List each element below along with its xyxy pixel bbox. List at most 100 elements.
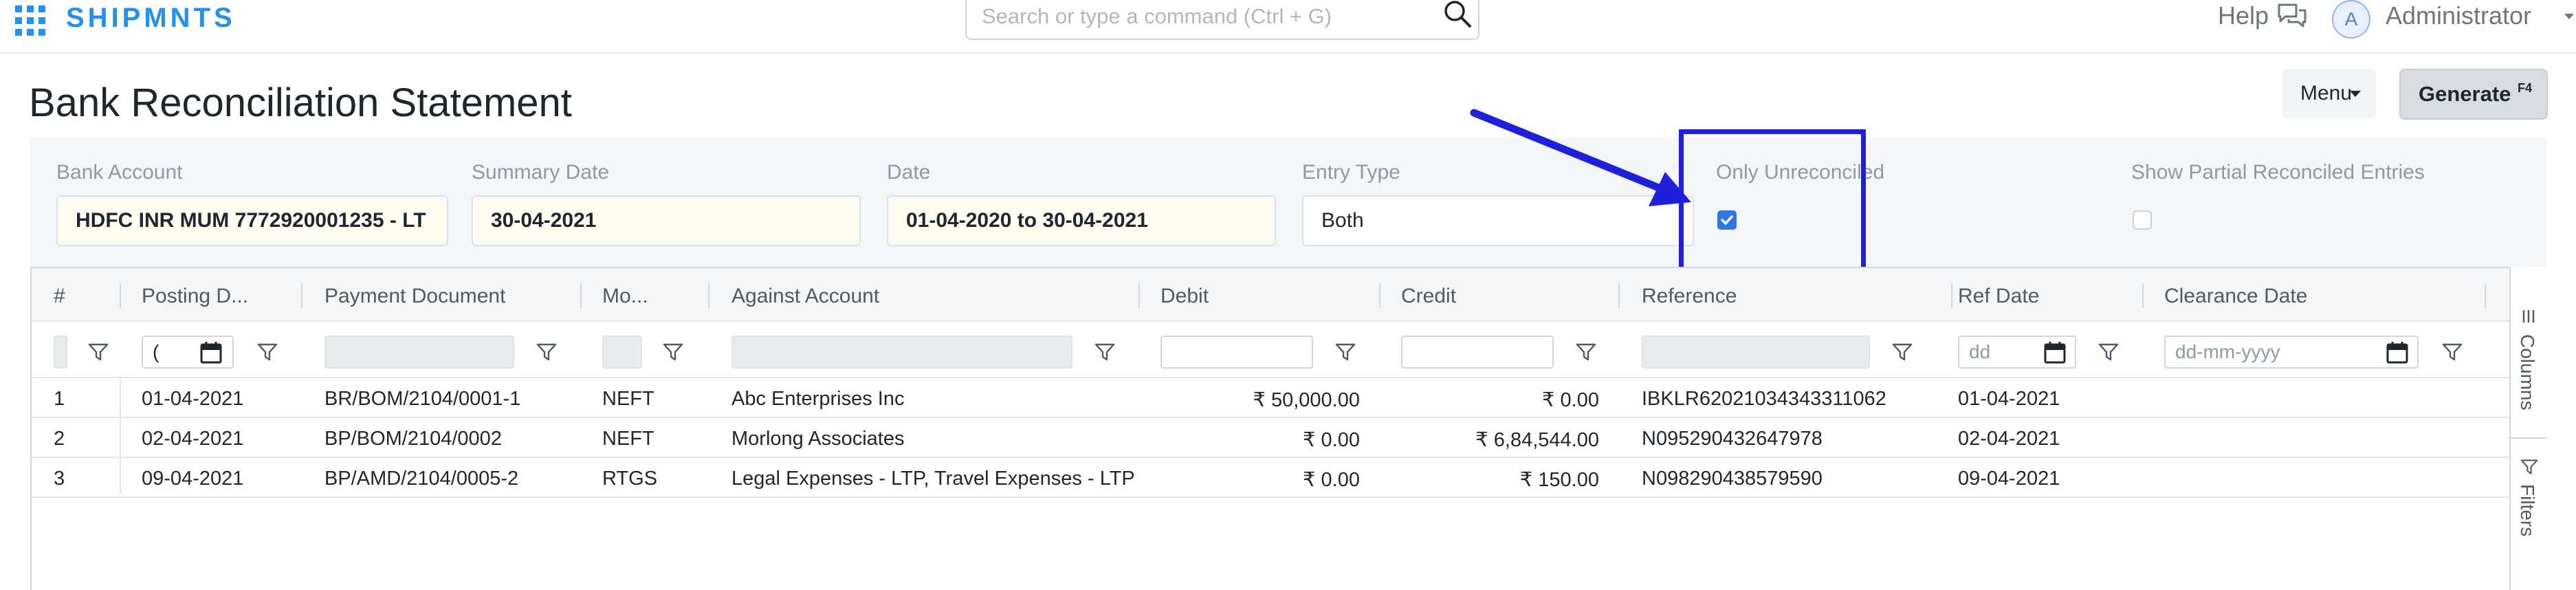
payment-document-link[interactable]: BP/AMD/2104/0005-2 [324,468,518,490]
debit-filter[interactable] [1160,336,1313,369]
reference-cell: IBKLR62021034343311062 [1642,388,1886,410]
row-index: 3 [54,468,65,490]
column-header-credit[interactable]: Credit [1401,285,1456,308]
table-row[interactable]: 2 02-04-2021 BP/BOM/2104/0002 NEFT Morlo… [32,418,2516,458]
column-separator[interactable] [1379,283,1380,308]
payment-document-link[interactable]: BR/BOM/2104/0001-1 [324,388,520,411]
filters-toggle[interactable]: Filters [2511,452,2546,590]
funnel-icon[interactable] [2442,342,2463,362]
generate-button-label: Generate [2419,82,2511,106]
funnel-icon[interactable] [663,342,683,362]
app-grid-icon[interactable] [15,6,45,36]
funnel-icon[interactable] [536,342,557,362]
generate-shortcut-hint: F4 [2518,81,2533,95]
caret-down-icon[interactable] [2564,14,2574,19]
calendar-icon[interactable] [2386,340,2409,364]
page-title: Bank Reconciliation Statement [29,80,572,125]
debit-cell: ₹ 50,000.00 [1253,389,1360,411]
table-row[interactable]: 3 09-04-2021 BP/AMD/2104/0005-2 RTGS Leg… [32,458,2516,498]
filter-icon [2520,459,2538,474]
user-menu[interactable]: Administrator [2386,1,2531,30]
clearance-date-filter-placeholder: dd-mm-yyyy [2175,341,2280,362]
date-label: Date [887,161,931,184]
table-row[interactable]: 1 01-04-2021 BR/BOM/2104/0001-1 NEFT Abc… [32,378,2516,418]
calendar-icon[interactable] [2043,340,2067,364]
column-header-mode[interactable]: Mo... [602,285,648,308]
against-account-cell: Legal Expenses - LTP, Travel Expenses - … [731,468,1135,490]
search-input[interactable] [982,3,1422,30]
clearance-date-filter[interactable]: dd-mm-yyyy [2164,336,2419,369]
app-root: SHIPMNTS Help A Administrator Bank Recon… [0,0,2576,590]
filter-row: ( dd dd-mm-yyyy [32,322,2516,378]
column-separator[interactable] [708,283,709,308]
summary-date-label: Summary Date [472,161,610,184]
funnel-icon[interactable] [257,342,278,362]
column-separator[interactable] [580,283,582,308]
column-header-ref-date[interactable]: Ref Date [1958,285,2039,308]
funnel-icon[interactable] [1892,342,1913,362]
avatar[interactable]: A [2332,0,2370,39]
posting-date-cell: 02-04-2021 [142,428,244,450]
reference-cell: N095290432647978 [1642,428,1823,450]
date-range-field[interactable]: 01-04-2020 to 30-04-2021 [887,195,1276,246]
mode-filter[interactable] [602,336,642,369]
against-account-filter[interactable] [731,336,1072,369]
ref-date-filter[interactable]: dd [1958,336,2076,369]
column-header-payment-document[interactable]: Payment Document [324,285,505,308]
reference-filter[interactable] [1642,336,1870,369]
column-separator[interactable] [1951,283,1952,308]
mode-cell: NEFT [602,388,654,410]
funnel-icon[interactable] [1094,342,1115,362]
funnel-icon[interactable] [88,342,109,362]
ref-date-cell: 09-04-2021 [1958,468,2060,490]
bank-account-field[interactable]: HDFC INR MUM 7772920001235 - LT [56,195,448,246]
column-separator[interactable] [2485,283,2486,308]
menu-button-label: Menu [2300,82,2353,105]
help-menu[interactable]: Help [2218,1,2269,30]
caret-down-icon [2350,91,2361,97]
funnel-icon[interactable] [1576,342,1596,362]
entry-type-label: Entry Type [1302,161,1400,184]
debit-cell: ₹ 0.00 [1303,429,1360,451]
column-separator[interactable] [1618,283,1620,308]
generate-button[interactable]: Generate F4 [2399,69,2548,120]
columns-toggle[interactable]: Columns [2511,301,2546,439]
search-icon[interactable] [1442,0,1473,29]
reference-cell: N098290438579590 [1642,468,1823,490]
credit-cell: ₹ 0.00 [1542,389,1599,411]
debit-cell: ₹ 0.00 [1303,469,1360,491]
navbar: SHIPMNTS Help A Administrator [0,0,2576,54]
show-partial-checkbox[interactable] [2133,210,2152,230]
credit-filter[interactable] [1401,336,1554,369]
report-table: # Posting D... Payment Document Mo... Ag… [30,267,2546,590]
ref-date-filter-placeholder: dd [1969,341,1991,362]
ref-date-cell: 01-04-2021 [1958,388,2060,410]
column-separator[interactable] [1138,283,1140,308]
column-separator[interactable] [301,283,302,308]
column-header-reference[interactable]: Reference [1642,285,1737,308]
column-separator[interactable] [2142,283,2144,308]
summary-date-field[interactable]: 30-04-2021 [472,195,861,246]
search-bar[interactable] [965,0,1479,40]
column-header-clearance-date[interactable]: Clearance Date [2164,285,2307,308]
funnel-icon[interactable] [1335,342,1356,362]
brand-logo[interactable]: SHIPMNTS [66,3,236,34]
credit-cell: ₹ 6,84,544.00 [1475,429,1599,451]
payment-document-filter[interactable] [324,336,514,369]
column-header-against-account[interactable]: Against Account [731,285,879,308]
funnel-icon[interactable] [2098,342,2119,362]
posting-date-filter[interactable]: ( [142,336,234,369]
column-separator[interactable] [120,283,121,308]
filter-section: Bank Account HDFC INR MUM 7772920001235 … [30,138,2546,267]
column-header-index[interactable]: # [54,285,65,308]
payment-document-link[interactable]: BP/BOM/2104/0002 [324,428,502,450]
posting-date-filter-value: ( [153,341,159,362]
menu-button[interactable]: Menu [2282,69,2376,118]
chat-help-icon[interactable] [2277,3,2307,30]
column-header-debit[interactable]: Debit [1160,285,1209,308]
bank-account-label: Bank Account [56,161,183,184]
calendar-icon[interactable] [199,340,223,364]
against-account-cell: Abc Enterprises Inc [731,388,905,410]
column-header-posting-date[interactable]: Posting D... [142,285,248,308]
arrow-annotation [1470,109,1691,206]
